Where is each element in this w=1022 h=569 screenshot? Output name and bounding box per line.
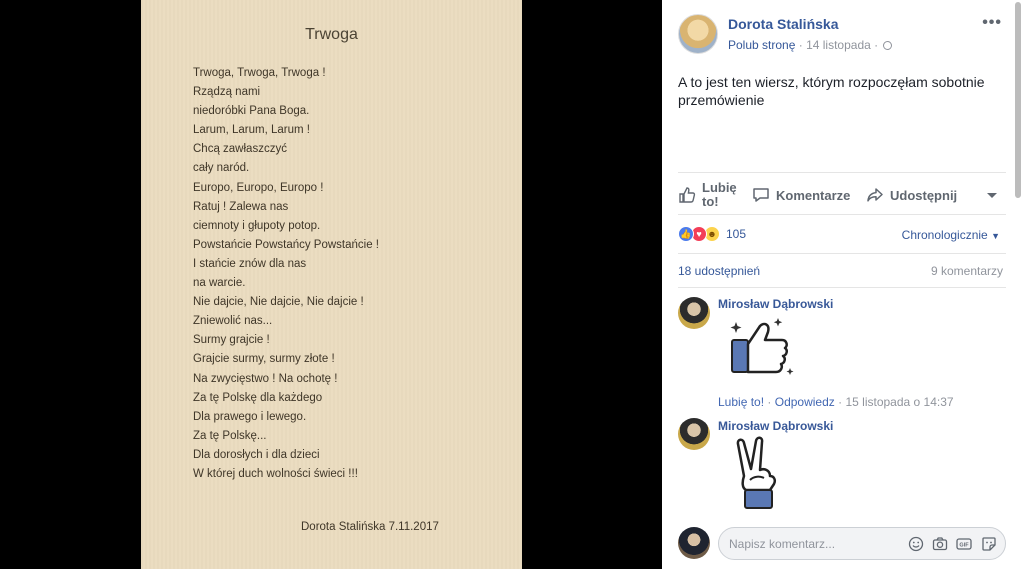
poem-line: na warcie. (193, 277, 246, 290)
comment-footer: Lubię to! · Odpowiedz · 15 listopada o 1… (718, 395, 954, 409)
poem-line: cały naród. (193, 162, 250, 175)
poem-line: Europo, Europo, Europo ! (193, 181, 324, 194)
current-user-avatar (678, 527, 710, 559)
thumbs-up-icon (679, 187, 696, 203)
poem-line: Zniewolić nas... (193, 315, 273, 328)
scrollbar-thumb[interactable] (1015, 2, 1021, 198)
poem-line: Nie dajcie, Nie dajcie, Nie dajcie ! (193, 296, 364, 309)
victory-hand-sticker (736, 436, 777, 509)
globe-icon (883, 41, 893, 50)
commenter-avatar[interactable] (678, 418, 710, 450)
like-button-label: Lubię to! (702, 180, 737, 209)
poem-line: Dla prawego i lewego. (193, 410, 307, 423)
comment-timestamp[interactable]: 15 listopada o 14:37 (845, 395, 953, 409)
share-options-dropdown[interactable] (986, 176, 1004, 214)
commenter-name[interactable]: Mirosław Dąbrowski (718, 297, 833, 311)
commenter-avatar[interactable] (678, 297, 710, 329)
post-panel: Dorota Stalińska Polub stronę · 14 listo… (662, 0, 1022, 569)
poem-line: niedoróbki Pana Boga. (193, 105, 310, 118)
share-arrow-icon (867, 188, 883, 202)
divider (678, 214, 1006, 215)
caret-down-icon (987, 193, 997, 198)
poem-line: Za tę Polskę dla każdego (193, 391, 323, 404)
emoji-icon[interactable] (908, 536, 924, 552)
comment-button-label: Komentarze (776, 187, 851, 203)
poem-line: W której duch wolności świeci !!! (193, 467, 358, 480)
like-button[interactable]: Lubię to! (678, 176, 742, 214)
poem-line: Na zwycięstwo ! Na ochotę ! (193, 372, 338, 385)
poem-title: Trwoga (305, 26, 358, 43)
more-options-icon[interactable]: ••• (982, 14, 1002, 32)
divider (678, 253, 1006, 254)
comment-input[interactable] (729, 537, 889, 551)
gif-icon[interactable]: GIF (956, 536, 972, 552)
post-meta: Polub stronę · 14 listopada · (728, 38, 893, 52)
poem-line: I stańcie znów dla nas (193, 257, 307, 270)
like-page-link[interactable]: Polub stronę (728, 38, 795, 52)
poem-line: ciemnoty i głupoty potop. (193, 219, 321, 232)
poem-lines: Trwoga, Trwoga, Trwoga ! Rządzą nami niedo… (193, 64, 379, 484)
post-date[interactable]: 14 listopada (806, 38, 871, 52)
poem-line: Powstańcie Powstańcy Powstańcie ! (193, 238, 380, 251)
reaction-count[interactable]: 105 (726, 227, 746, 241)
share-button[interactable]: Udostępnij (866, 176, 957, 214)
footer-separator: · (767, 395, 772, 409)
author-name[interactable]: Dorota Stalińska (728, 16, 838, 32)
scrollbar[interactable] (1014, 0, 1022, 569)
comment-like-link[interactable]: Lubię to! (718, 395, 764, 409)
poem-line: Trwoga, Trwoga, Trwoga ! (193, 67, 326, 79)
meta-separator: · (874, 38, 879, 52)
comment-composer: GIF (718, 527, 1006, 560)
poem-line: Chcą zawłaszczyć (193, 143, 287, 156)
share-button-label: Udostępnij (890, 187, 958, 203)
poem-line: Ratuj ! Zalewa nas (193, 200, 289, 213)
poem-line: Surmy grajcie ! (193, 334, 270, 347)
poem-signature: Dorota Stalińska 7.11.2017 (301, 521, 439, 533)
photo-viewer: Trwoga Trwoga, Trwoga, Trwoga ! Rządzą na… (0, 0, 662, 569)
svg-text:GIF: GIF (959, 543, 969, 549)
poem-line: Dla dorosłych i dla dzieci (193, 448, 320, 461)
comment-reply-link[interactable]: Odpowiedz (775, 395, 835, 409)
reactions-summary[interactable]: 👍 ♥ ☻ 105 (678, 226, 746, 242)
comment-button[interactable]: Komentarze (752, 176, 850, 214)
sort-label: Chronologicznie (901, 228, 988, 242)
poem-line: Rządzą nami (193, 86, 261, 99)
like-reaction-icon: 👍 (678, 226, 694, 242)
poem-line: Za tę Polskę... (193, 429, 267, 442)
caret-down-icon: ▼ (991, 231, 1000, 241)
post-actions: Lubię to! Komentarze Udostępnij (678, 176, 1006, 214)
commenter-name[interactable]: Mirosław Dąbrowski (718, 419, 833, 433)
divider (678, 172, 1006, 173)
footer-separator: · (838, 395, 843, 409)
poem-line: Larum, Larum, Larum ! (193, 124, 310, 137)
shares-count[interactable]: 18 udostępnień (678, 264, 760, 278)
comments-count[interactable]: 9 komentarzy (931, 264, 1003, 278)
divider (678, 287, 1006, 288)
poem-line: Grajcie surmy, surmy złote ! (193, 353, 335, 366)
camera-icon[interactable] (932, 536, 948, 552)
sticker-icon[interactable] (981, 536, 997, 552)
author-avatar[interactable] (678, 14, 718, 54)
speech-bubble-icon (753, 188, 769, 202)
post-text: A to jest ten wiersz, którym rozpoczęłam… (678, 74, 985, 108)
thumbs-up-sticker (730, 318, 794, 375)
meta-separator: · (798, 38, 803, 52)
comment-sort-dropdown[interactable]: Chronologicznie ▼ (902, 228, 1000, 242)
poem-photo[interactable]: Trwoga Trwoga, Trwoga, Trwoga ! Rządzą na… (141, 0, 522, 569)
